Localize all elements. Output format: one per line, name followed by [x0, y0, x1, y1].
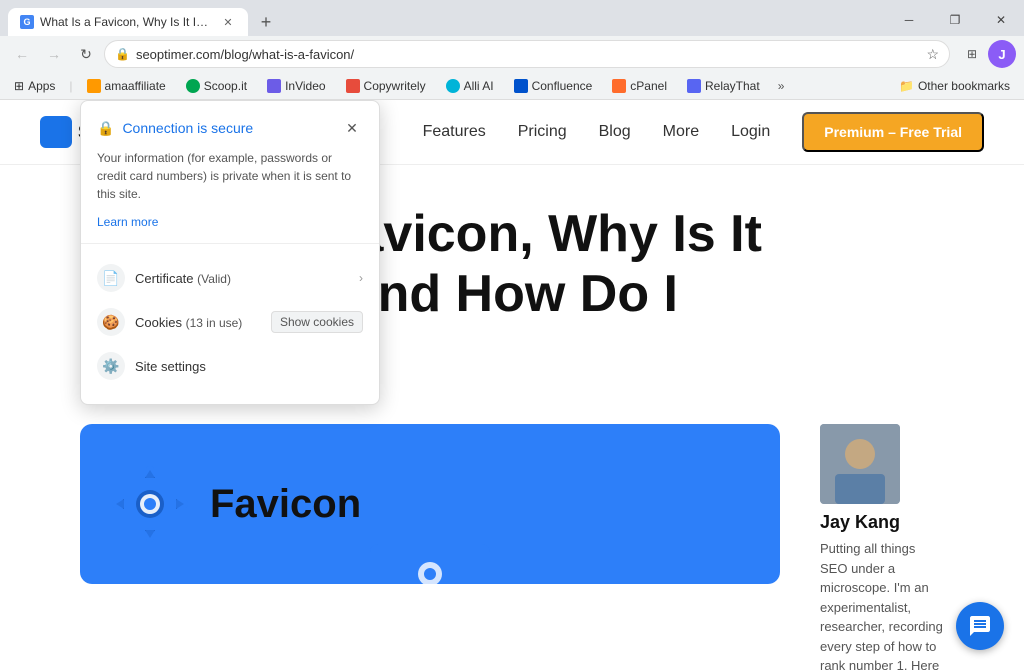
popup-lock-icon: 🔒 [97, 120, 114, 137]
nav-links: Features Pricing Blog More Login Premium… [423, 112, 984, 152]
amazon-label: amaaffiliate [105, 79, 166, 93]
confluence-label: Confluence [532, 79, 593, 93]
amazon-icon [87, 79, 101, 93]
bookmark-copywritely[interactable]: Copywritely [340, 77, 432, 95]
cookies-badge: (13 in use) [186, 316, 243, 330]
bookmark-amazon[interactable]: amaaffiliate [81, 77, 172, 95]
bookmarks-bar: ⊞ Apps | amaaffiliate Scoop.it InVideo C… [0, 72, 1024, 100]
tab-favicon: G [20, 15, 34, 29]
popup-header: 🔒 Connection is secure ✕ [97, 117, 363, 139]
favicon-graphic: Favicon [80, 424, 780, 584]
bookmark-scoopit[interactable]: Scoop.it [180, 77, 253, 95]
invideo-icon [267, 79, 281, 93]
bottom-section: Favicon Jay Kang Putting all thing [0, 404, 1024, 670]
bookmark-alliai[interactable]: Alli AI [440, 77, 500, 95]
profile-button[interactable]: J [988, 40, 1016, 68]
bookmark-cpanel[interactable]: cPanel [606, 77, 673, 95]
popup-title-text: Connection is secure [122, 120, 253, 136]
copywritely-icon [346, 79, 360, 93]
show-cookies-button[interactable]: Show cookies [271, 311, 363, 333]
other-label: Other bookmarks [918, 79, 1010, 93]
bookmark-apps[interactable]: ⊞ Apps [8, 77, 61, 95]
author-avatar [820, 424, 900, 504]
cookies-row[interactable]: 🍪 Cookies (13 in use) Show cookies [97, 300, 363, 344]
nav-login[interactable]: Login [731, 123, 770, 141]
url-text: seoptimer.com/blog/what-is-a-favicon/ [136, 47, 920, 62]
confluence-icon [514, 79, 528, 93]
cpanel-icon [612, 79, 626, 93]
page-content: SEOptimer Features Pricing Blog More Log… [0, 100, 1024, 670]
new-tab-button[interactable]: + [252, 8, 280, 36]
scoopit-label: Scoop.it [204, 79, 247, 93]
certificate-chevron-icon: › [359, 271, 363, 285]
nav-blog[interactable]: Blog [599, 123, 631, 141]
other-bookmarks[interactable]: 📁 Other bookmarks [893, 77, 1016, 95]
learn-more-link[interactable]: Learn more [97, 215, 158, 229]
active-tab[interactable]: G What Is a Favicon, Why Is It Imp... ✕ [8, 8, 248, 36]
extensions-button[interactable]: ⊞ [958, 40, 986, 68]
reload-button[interactable]: ↻ [72, 40, 100, 68]
certificate-label: Certificate (Valid) [135, 271, 231, 286]
restore-button[interactable]: ❐ [932, 4, 978, 36]
alliai-icon [446, 79, 460, 93]
settings-icon: ⚙️ [97, 352, 125, 380]
bookmark-relaythat[interactable]: RelayThat [681, 77, 766, 95]
lock-icon: 🔒 [115, 47, 130, 61]
apps-grid-icon: ⊞ [14, 79, 24, 93]
cookies-label: Cookies (13 in use) [135, 315, 242, 330]
chat-bubble-button[interactable] [956, 602, 1004, 650]
cookies-icon: 🍪 [97, 308, 125, 336]
author-card: Jay Kang Putting all things SEO under a … [820, 424, 944, 670]
copywritely-label: Copywritely [364, 79, 426, 93]
relaythat-label: RelayThat [705, 79, 760, 93]
premium-button[interactable]: Premium – Free Trial [802, 112, 984, 152]
nav-more[interactable]: More [663, 123, 699, 141]
security-popup: 🔒 Connection is secure ✕ Your informatio… [80, 100, 380, 405]
favicon-label: Favicon [210, 482, 361, 527]
invideo-label: InVideo [285, 79, 325, 93]
cpanel-label: cPanel [630, 79, 667, 93]
bookmark-invideo[interactable]: InVideo [261, 77, 331, 95]
forward-button[interactable]: → [40, 40, 68, 68]
nav-features[interactable]: Features [423, 123, 486, 141]
popup-title: 🔒 Connection is secure [97, 120, 253, 137]
certificate-icon: 📄 [97, 264, 125, 292]
certificate-row[interactable]: 📄 Certificate (Valid) › [97, 256, 363, 300]
folder-icon: 📁 [899, 79, 914, 93]
minimize-button[interactable]: ─ [886, 4, 932, 36]
author-name: Jay Kang [820, 512, 944, 533]
back-button[interactable]: ← [8, 40, 36, 68]
chat-icon [968, 614, 992, 638]
popup-close-button[interactable]: ✕ [341, 117, 363, 139]
author-bio: Putting all things SEO under a microscop… [820, 539, 944, 670]
logo-icon [40, 116, 72, 148]
more-bookmarks[interactable]: » [774, 79, 789, 93]
address-bar[interactable]: 🔒 seoptimer.com/blog/what-is-a-favicon/ … [104, 40, 950, 68]
nav-pricing[interactable]: Pricing [518, 123, 567, 141]
site-settings-label: Site settings [135, 359, 206, 374]
favicon-sub-graphic [370, 544, 490, 584]
close-button[interactable]: ✕ [978, 4, 1024, 36]
site-settings-row[interactable]: ⚙️ Site settings [97, 344, 363, 388]
popup-description: Your information (for example, passwords… [97, 149, 363, 203]
scoopit-icon [186, 79, 200, 93]
author-avatar-image [820, 424, 900, 504]
tab-title: What Is a Favicon, Why Is It Imp... [40, 15, 214, 29]
relaythat-icon [687, 79, 701, 93]
alliai-label: Alli AI [464, 79, 494, 93]
bookmark-star-icon[interactable]: ☆ [926, 46, 939, 63]
bookmark-confluence[interactable]: Confluence [508, 77, 599, 95]
apps-label: Apps [28, 79, 55, 93]
tab-close-button[interactable]: ✕ [220, 14, 236, 30]
favicon-gear-icon [110, 464, 190, 544]
popup-divider [81, 243, 379, 244]
